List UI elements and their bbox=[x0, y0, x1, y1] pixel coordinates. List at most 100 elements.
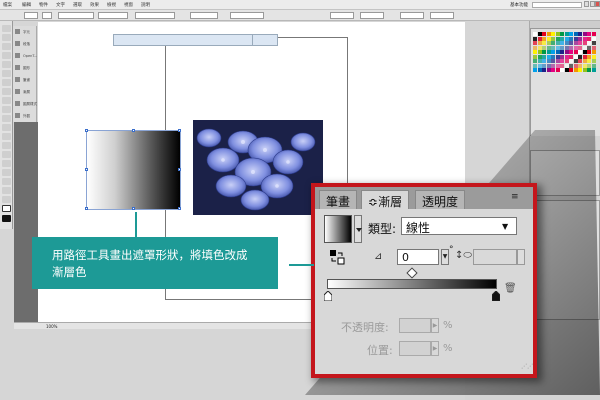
swatch[interactable] bbox=[533, 54, 537, 59]
swatch[interactable] bbox=[537, 50, 542, 54]
swatch[interactable] bbox=[546, 36, 551, 41]
panel-menu-icon[interactable]: ≡ bbox=[511, 192, 527, 202]
swatch[interactable] bbox=[582, 45, 587, 50]
swatch[interactable] bbox=[546, 41, 551, 45]
angle-dropdown[interactable]: ▼ bbox=[441, 249, 449, 265]
swatch[interactable] bbox=[564, 36, 569, 41]
swatch[interactable] bbox=[542, 50, 546, 54]
swatch[interactable] bbox=[573, 41, 578, 45]
swatch[interactable] bbox=[551, 54, 555, 59]
swatch[interactable] bbox=[578, 36, 582, 41]
swatch[interactable] bbox=[578, 45, 582, 50]
swatch[interactable] bbox=[542, 45, 546, 50]
gradient-slider[interactable] bbox=[327, 279, 497, 289]
swatch[interactable] bbox=[551, 36, 555, 41]
swatch[interactable] bbox=[555, 41, 560, 45]
selection-handle[interactable] bbox=[132, 129, 135, 132]
swatch[interactable] bbox=[555, 50, 560, 54]
dock-item-paragraph[interactable]: 段落 bbox=[15, 40, 36, 49]
gradient-swatch-dropdown[interactable] bbox=[354, 215, 362, 243]
swatch[interactable] bbox=[587, 41, 591, 45]
swatch[interactable] bbox=[560, 45, 564, 50]
swatch[interactable] bbox=[533, 36, 537, 41]
swatch[interactable] bbox=[564, 32, 569, 36]
search-input[interactable] bbox=[532, 2, 582, 8]
dock-item-character[interactable]: 字元 bbox=[15, 28, 36, 37]
swatch[interactable] bbox=[582, 36, 587, 41]
swatch[interactable] bbox=[569, 41, 573, 45]
swatch[interactable] bbox=[542, 36, 546, 41]
menu-file[interactable]: 檔案 bbox=[3, 2, 12, 8]
swatch[interactable] bbox=[537, 41, 542, 45]
selection-handle[interactable] bbox=[132, 207, 135, 210]
gradient-stop-white[interactable] bbox=[323, 290, 333, 302]
stroke-color-icon[interactable] bbox=[2, 215, 11, 222]
rotate-tool-icon[interactable] bbox=[2, 115, 11, 122]
x-coordinate-control[interactable] bbox=[330, 12, 354, 19]
height-control[interactable] bbox=[430, 12, 454, 19]
magic-wand-tool-icon[interactable] bbox=[2, 43, 11, 50]
tab-stroke[interactable]: 筆畫 bbox=[319, 190, 358, 209]
swatch[interactable] bbox=[555, 45, 560, 50]
menu-item-6[interactable]: 視窗 bbox=[124, 2, 133, 8]
swatch[interactable] bbox=[564, 41, 569, 45]
swatch[interactable] bbox=[573, 32, 578, 36]
swatch[interactable] bbox=[591, 41, 596, 45]
width-tool-icon[interactable] bbox=[2, 133, 11, 140]
swatches-tabs[interactable] bbox=[530, 21, 600, 29]
swatch[interactable] bbox=[551, 41, 555, 45]
gradient-type-select[interactable]: 線性 ▼ bbox=[401, 217, 517, 235]
fill-swatch-control[interactable] bbox=[24, 12, 38, 19]
fill-color-icon[interactable] bbox=[2, 205, 11, 212]
swatch[interactable] bbox=[578, 50, 582, 54]
swatch[interactable] bbox=[591, 36, 596, 41]
angle-input[interactable]: 0 bbox=[397, 249, 439, 265]
swatch[interactable] bbox=[551, 32, 555, 36]
stroke-weight-control[interactable] bbox=[58, 12, 94, 19]
zoom-level[interactable]: 100% bbox=[46, 324, 57, 329]
shape-builder-tool-icon[interactable] bbox=[2, 151, 11, 158]
swatch[interactable] bbox=[537, 45, 542, 50]
swatch[interactable] bbox=[587, 36, 591, 41]
dock-item-opentype[interactable]: OpenT... bbox=[15, 52, 37, 61]
swatch[interactable] bbox=[555, 54, 560, 59]
swatch[interactable] bbox=[537, 32, 542, 36]
swatch[interactable] bbox=[582, 32, 587, 36]
eraser-tool-icon[interactable] bbox=[2, 106, 11, 113]
pen-tool-icon[interactable] bbox=[2, 52, 11, 59]
gradient-mask-shape[interactable] bbox=[85, 129, 181, 210]
menu-item-4[interactable]: 效果 bbox=[90, 2, 99, 8]
swatch[interactable] bbox=[578, 54, 582, 59]
gradient-tool-icon[interactable] bbox=[2, 169, 11, 176]
pencil-tool-icon[interactable] bbox=[2, 97, 11, 104]
blend-tool-icon[interactable] bbox=[2, 187, 11, 194]
stroke-swatch-control[interactable] bbox=[42, 12, 52, 19]
swatch[interactable] bbox=[564, 54, 569, 59]
dock-item-graphics[interactable]: 圖形 bbox=[15, 64, 36, 73]
minimize-button[interactable] bbox=[584, 1, 589, 7]
swatch[interactable] bbox=[560, 50, 564, 54]
swatch[interactable] bbox=[591, 32, 596, 36]
width-control[interactable] bbox=[400, 12, 424, 19]
style-control[interactable] bbox=[230, 12, 264, 19]
free-transform-tool-icon[interactable] bbox=[2, 142, 11, 149]
swatch[interactable] bbox=[555, 32, 560, 36]
variable-width-control[interactable] bbox=[98, 12, 128, 19]
swatch[interactable] bbox=[560, 54, 564, 59]
swatch[interactable] bbox=[573, 36, 578, 41]
swatch[interactable] bbox=[591, 45, 596, 50]
swatch[interactable] bbox=[569, 54, 573, 59]
swatch[interactable] bbox=[564, 50, 569, 54]
gradient-midpoint-marker[interactable] bbox=[406, 267, 418, 279]
swatch[interactable] bbox=[551, 50, 555, 54]
symbol-sprayer-tool-icon[interactable] bbox=[2, 196, 11, 203]
rectangle-tool-icon[interactable] bbox=[2, 79, 11, 86]
selection-handle[interactable] bbox=[85, 129, 88, 132]
swatch[interactable] bbox=[546, 50, 551, 54]
selection-handle[interactable] bbox=[178, 129, 181, 132]
dock-item-stroke[interactable]: 筆畫 bbox=[15, 76, 36, 85]
opacity-control[interactable] bbox=[190, 12, 218, 19]
swatch[interactable] bbox=[569, 50, 573, 54]
trash-icon[interactable]: 🗑 bbox=[504, 283, 517, 294]
menu-item-2[interactable]: 文字 bbox=[56, 2, 65, 8]
